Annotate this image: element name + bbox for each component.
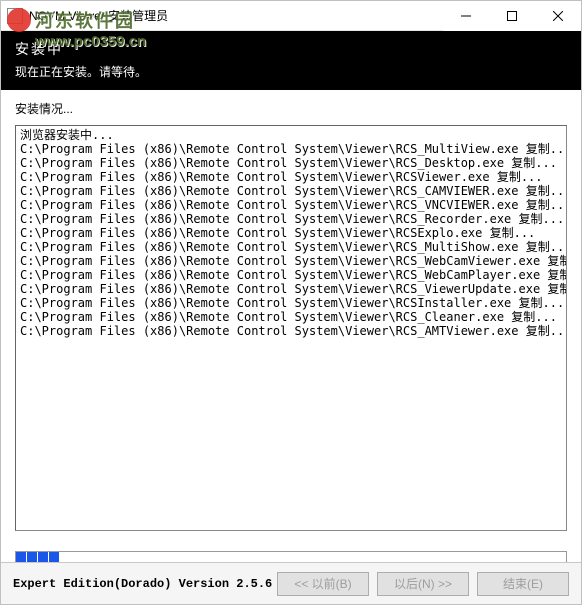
window-title: NOVM Viewer 安装管理员 (29, 7, 443, 24)
footer: Expert Edition(Dorado) Version 2.5.6 << … (1, 562, 581, 604)
install-subtitle: 现在正在安装。请等待。 (15, 63, 567, 80)
log-line: C:\Program Files (x86)\Remote Control Sy… (20, 254, 562, 268)
app-icon (7, 8, 23, 24)
titlebar[interactable]: NOVM Viewer 安装管理员 (1, 1, 581, 31)
installer-window: 河东软件园 www.pc0359.cn NOVM Viewer 安装管理员 安装… (0, 0, 582, 605)
window-controls (443, 1, 581, 31)
install-header: 安装中 现在正在安装。请等待。 (1, 31, 581, 90)
log-line: C:\Program Files (x86)\Remote Control Sy… (20, 310, 562, 324)
install-log[interactable]: 浏览器安装中... C:\Program Files (x86)\Remote … (15, 125, 567, 531)
log-header: 浏览器安装中... (20, 128, 562, 142)
log-line: C:\Program Files (x86)\Remote Control Sy… (20, 170, 562, 184)
log-line: C:\Program Files (x86)\Remote Control Sy… (20, 212, 562, 226)
log-line: C:\Program Files (x86)\Remote Control Sy… (20, 156, 562, 170)
log-line: C:\Program Files (x86)\Remote Control Sy… (20, 268, 562, 282)
install-title: 安装中 (15, 39, 567, 59)
log-line: C:\Program Files (x86)\Remote Control Sy… (20, 198, 562, 212)
log-line: C:\Program Files (x86)\Remote Control Sy… (20, 324, 562, 338)
log-line: C:\Program Files (x86)\Remote Control Sy… (20, 240, 562, 254)
close-button[interactable] (535, 1, 581, 31)
next-button[interactable]: 以后(N) >> (377, 572, 469, 596)
finish-button[interactable]: 结束(E) (477, 572, 569, 596)
maximize-button[interactable] (489, 1, 535, 31)
log-line: C:\Program Files (x86)\Remote Control Sy… (20, 226, 562, 240)
log-line: C:\Program Files (x86)\Remote Control Sy… (20, 142, 562, 156)
log-line: C:\Program Files (x86)\Remote Control Sy… (20, 296, 562, 310)
back-button[interactable]: << 以前(B) (277, 572, 369, 596)
minimize-button[interactable] (443, 1, 489, 31)
content-area: 安装情况... 浏览器安装中... C:\Program Files (x86)… (1, 90, 581, 541)
log-line: C:\Program Files (x86)\Remote Control Sy… (20, 184, 562, 198)
version-label: Expert Edition(Dorado) Version 2.5.6 (13, 577, 277, 591)
install-status-label: 安装情况... (15, 100, 567, 117)
log-line: C:\Program Files (x86)\Remote Control Sy… (20, 282, 562, 296)
